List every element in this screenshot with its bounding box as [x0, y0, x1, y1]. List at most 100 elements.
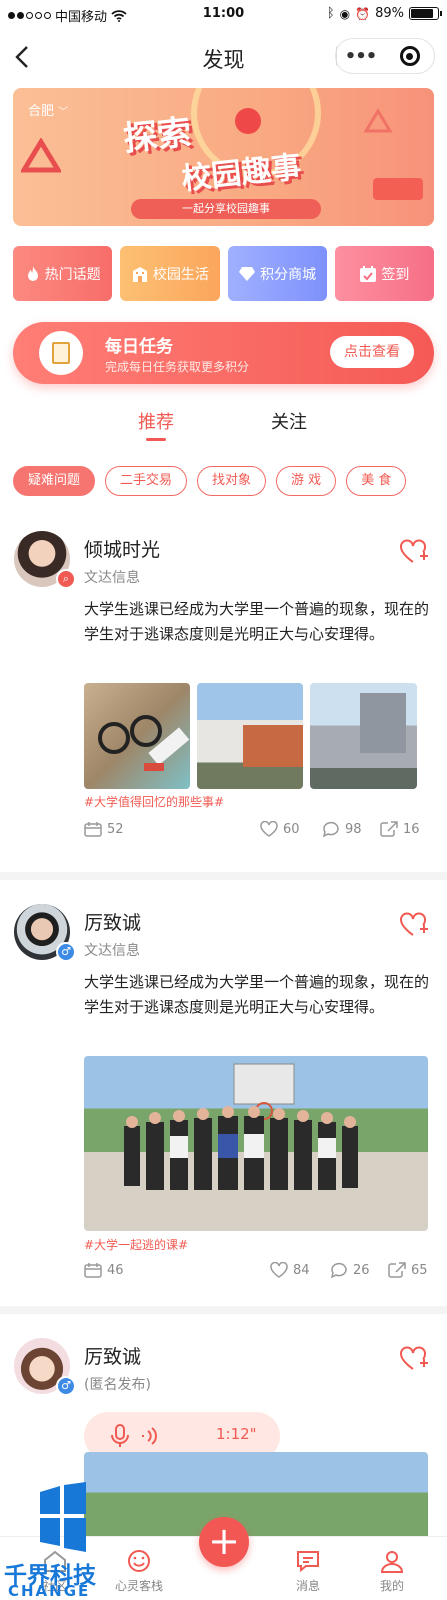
promo-banner[interactable]: 合肥 ﹀ 探索 校园趣事 一起分享校园趣事: [13, 88, 434, 226]
comment-icon: [322, 821, 339, 837]
clipboard-icon: [39, 331, 83, 375]
more-button[interactable]: •••: [336, 46, 385, 67]
chip-second-hand[interactable]: 二手交易: [105, 466, 188, 496]
battery-percent: 89%: [375, 6, 404, 21]
shortcut-campus-life[interactable]: 校园生活: [120, 246, 220, 301]
alarm-icon: ⏰: [355, 6, 371, 21]
city-selector[interactable]: 合肥 ﹀: [28, 100, 68, 119]
likes-count: 60: [283, 821, 300, 837]
tab-active-indicator: [146, 438, 166, 441]
author-name[interactable]: 倾城时光: [84, 535, 160, 562]
post-hashtag[interactable]: #大学一起逃的课#: [84, 1236, 188, 1253]
tab-mine[interactable]: 我的: [357, 1549, 427, 1594]
lock-rotation-icon: ◉: [339, 6, 351, 21]
author-org: 文达信息: [84, 570, 140, 586]
message-icon: [297, 1551, 319, 1573]
like-button[interactable]: 60: [260, 821, 300, 837]
watermark-logo: 千界科技 CHANGE: [0, 1482, 130, 1600]
building-wall: [243, 725, 303, 767]
chevron-down-icon: ﹀: [58, 107, 69, 118]
heart-outline-icon: [270, 1262, 288, 1278]
post-divider: [0, 872, 447, 880]
author-name[interactable]: 厉致诚: [84, 908, 141, 935]
category-chips: 疑难问题 二手交易 找对象 游 戏 美 食: [13, 466, 447, 496]
tab-recommend[interactable]: 推荐: [138, 408, 174, 441]
battery-icon: [409, 7, 442, 20]
share-icon: [388, 1262, 406, 1278]
post-photo-court[interactable]: [84, 1452, 428, 1542]
share-button[interactable]: 16: [380, 821, 420, 837]
shortcut-hot-topics[interactable]: 热门话题: [13, 246, 113, 301]
post-stats: 52 60 98 16: [84, 821, 429, 841]
author-anonymous-tag: (匿名发布): [84, 1377, 151, 1393]
calendar-icon: [360, 265, 377, 282]
status-right: ᛒ ◉ ⏰ 89%: [326, 6, 442, 21]
post-photo-basketball-team[interactable]: [84, 1056, 428, 1231]
comments-count: 26: [353, 1262, 370, 1278]
author-name[interactable]: 厉致诚: [84, 1342, 141, 1369]
diamond-icon: [239, 266, 256, 281]
publish-button[interactable]: +: [199, 1517, 249, 1567]
search-badge-icon: ⌕: [56, 569, 76, 589]
views-count: 52: [107, 821, 124, 837]
shortcut-points-mall[interactable]: 积分商城: [227, 246, 327, 301]
team-group-graphic: [124, 1063, 358, 1190]
shortcut-label: 签到: [381, 266, 410, 283]
chip-find-partner[interactable]: 找对象: [197, 466, 267, 496]
view-task-button[interactable]: 点击查看: [330, 336, 414, 368]
tab-following[interactable]: 关注: [271, 408, 307, 434]
heart-plus-icon[interactable]: [399, 1346, 429, 1372]
daily-task-card[interactable]: 每日任务 完成每日任务获取更多积分 点击查看: [13, 322, 434, 384]
male-badge-icon: ♂: [56, 1376, 76, 1396]
author-org: 文达信息: [84, 943, 140, 959]
shortcut-label: 校园生活: [152, 266, 209, 283]
city-label: 合肥: [28, 104, 55, 119]
tab-label: 我的: [379, 1579, 404, 1593]
heart-plus-icon[interactable]: [399, 912, 429, 938]
comment-icon: [330, 1262, 347, 1278]
post-photo-campus[interactable]: [310, 683, 417, 789]
triangle-decoration-icon: [363, 108, 393, 133]
share-icon: [380, 821, 398, 837]
banner-caption: 一起分享校园趣事: [131, 199, 321, 219]
building-icon: [132, 266, 147, 282]
views-stat: 52: [84, 821, 124, 837]
banner-ball-decoration: [235, 108, 261, 134]
navigation-bar: 发现 •••: [0, 38, 447, 78]
chip-difficult-questions[interactable]: 疑难问题: [13, 466, 96, 496]
comments-count: 98: [345, 821, 362, 837]
fire-icon: [27, 265, 38, 281]
bluetooth-icon: ᛒ: [326, 6, 335, 21]
post-hashtag[interactable]: #大学值得回忆的那些事#: [84, 793, 224, 810]
tab-label: 推荐: [138, 412, 174, 433]
target-icon: [399, 46, 420, 66]
watermark-en: CHANGE: [8, 1582, 91, 1600]
comment-button[interactable]: 26: [330, 1262, 370, 1278]
post-stats: 46 84 26 65: [84, 1262, 429, 1282]
chip-games[interactable]: 游 戏: [276, 466, 337, 496]
shares-count: 16: [403, 821, 420, 837]
post-photo-building[interactable]: [197, 683, 303, 789]
banner-headline-2: 校园趣事: [179, 149, 303, 198]
comment-button[interactable]: 98: [322, 821, 362, 837]
tab-messages[interactable]: 消息: [273, 1549, 343, 1594]
male-badge-icon: ♂: [56, 942, 76, 962]
shortcut-check-in[interactable]: 签到: [334, 246, 434, 301]
close-program-button[interactable]: [385, 46, 434, 66]
feed-post[interactable]: ⌕ 倾城时光 文达信息 大学生逃课已经成为大学里一个普遍的现象，现在的学生对于逃…: [0, 531, 447, 861]
chip-food[interactable]: 美 食: [346, 466, 407, 496]
shortcut-grid: 热门话题 校园生活 积分商城 签到: [13, 246, 434, 301]
status-bar: 中国移动 11:00 ᛒ ◉ ⏰ 89%: [0, 0, 447, 28]
shortcut-label: 热门话题: [44, 266, 101, 283]
post-divider: [0, 1306, 447, 1314]
user-icon: [380, 1551, 404, 1573]
share-button[interactable]: 65: [388, 1262, 428, 1278]
gift-decoration: [373, 178, 423, 200]
heart-plus-icon[interactable]: [399, 539, 429, 565]
feed-post[interactable]: ♂ 厉致诚 文达信息 大学生逃课已经成为大学里一个普遍的现象，现在的学生对于逃课…: [0, 904, 447, 1294]
capsule-divider: [336, 46, 337, 66]
post-body: 大学生逃课已经成为大学里一个普遍的现象，现在的学生对于逃课态度则是光明正大与心安…: [84, 600, 430, 643]
like-button[interactable]: 84: [270, 1262, 310, 1278]
post-photo-glasses[interactable]: [84, 683, 190, 789]
plus-icon: +: [208, 1519, 240, 1563]
